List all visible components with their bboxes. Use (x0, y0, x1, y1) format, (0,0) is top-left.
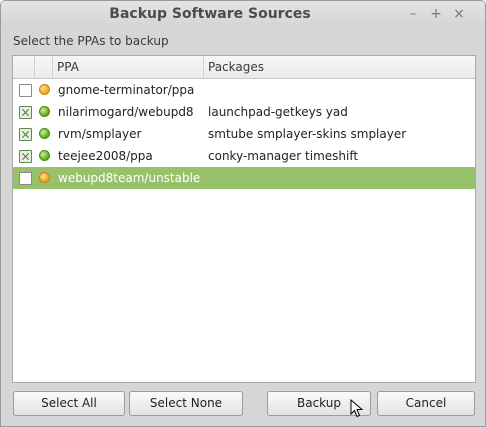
window-title: Backup Software Sources (109, 6, 311, 22)
ppa-name: teejee2008/ppa (58, 149, 153, 163)
header-status-col (35, 56, 53, 78)
header-checkbox-col (13, 56, 35, 78)
select-all-button[interactable]: Select All (13, 391, 125, 416)
ppa-name: webupd8team/unstable (58, 171, 201, 185)
row-checkbox[interactable] (19, 128, 32, 141)
ppa-table[interactable]: PPA Packages gnome-terminator/ppa nilarim… (12, 55, 476, 383)
ppa-name: gnome-terminator/ppa (58, 83, 195, 97)
instruction-label: Select the PPAs to backup (13, 34, 169, 48)
packages-cell: smtube smplayer-skins smplayer (208, 127, 407, 141)
row-checkbox[interactable] (19, 172, 32, 185)
table-row[interactable]: rvm/smplayer smtube smplayer-skins smplay… (13, 123, 475, 145)
maximize-icon[interactable]: + (426, 4, 446, 24)
status-orange-icon (39, 84, 50, 95)
close-icon[interactable]: × (449, 4, 469, 24)
table-row[interactable]: nilarimogard/webupd8 launchpad-getkeys ya… (13, 101, 475, 123)
mouse-pointer-icon (350, 399, 364, 418)
row-checkbox[interactable] (19, 106, 32, 119)
packages-cell: conky-manager timeshift (208, 149, 359, 163)
title-bar[interactable]: Backup Software Sources – + × (1, 1, 485, 28)
header-ppa[interactable]: PPA (53, 56, 204, 78)
backup-dialog: Backup Software Sources – + × Select the… (0, 0, 486, 427)
status-green-icon (39, 106, 50, 117)
minimize-icon[interactable]: – (403, 4, 423, 24)
ppa-name: nilarimogard/webupd8 (58, 105, 194, 119)
table-row[interactable]: teejee2008/ppa conky-manager timeshift (13, 145, 475, 167)
row-checkbox[interactable] (19, 150, 32, 163)
packages-cell: launchpad-getkeys yad (208, 105, 348, 119)
row-checkbox[interactable] (19, 84, 32, 97)
ppa-name: rvm/smplayer (58, 127, 142, 141)
table-row[interactable]: gnome-terminator/ppa (13, 79, 475, 101)
select-none-button[interactable]: Select None (129, 391, 243, 416)
header-packages[interactable]: Packages (204, 56, 475, 78)
table-row[interactable]: webupd8team/unstable (13, 167, 475, 189)
status-orange-icon (39, 172, 50, 183)
status-green-icon (39, 128, 50, 139)
status-green-icon (39, 150, 50, 161)
cancel-button[interactable]: Cancel (377, 391, 475, 416)
table-header: PPA Packages (13, 56, 475, 79)
